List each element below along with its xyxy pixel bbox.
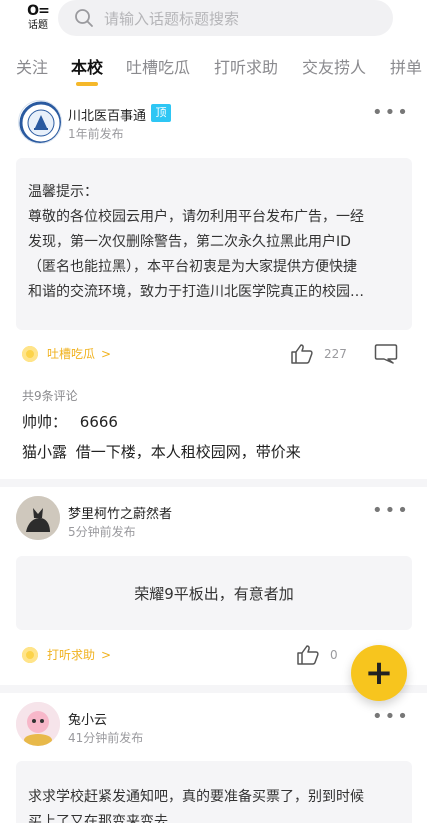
avatar[interactable]	[16, 702, 60, 746]
post-text-line: 求求学校赶紧发通知吧，真的要准备买票了，别到时候	[28, 789, 364, 805]
post-author[interactable]: 兔小云	[68, 709, 107, 728]
like-count: 0	[330, 648, 338, 662]
comment-item[interactable]: 帅帅： 6666	[22, 411, 118, 432]
chevron-right-icon: >	[101, 647, 112, 662]
post-time: 1年前发布	[68, 127, 124, 141]
more-options-button[interactable]: •••	[372, 708, 410, 726]
tab-gossip[interactable]: 吐槽吃瓜	[126, 54, 190, 78]
post-content[interactable]: 求求学校赶紧发通知吧，真的要准备买票了，别到时候 买上了又在那变来变去	[16, 761, 412, 823]
post-text-line: 温馨提示：	[28, 184, 98, 200]
tag-label: 吐槽吃瓜	[47, 347, 96, 361]
avatar[interactable]	[16, 496, 60, 540]
category-tabs: 关注 本校 吐槽吃瓜 打听求助 交友捞人 拼单	[0, 48, 427, 88]
school-logo-icon	[19, 101, 61, 143]
comment-author: 帅帅：	[22, 413, 68, 431]
chevron-right-icon: >	[101, 346, 112, 361]
like-button[interactable]: 227	[290, 343, 347, 365]
cat-avatar-icon	[16, 496, 60, 540]
tab-follow[interactable]: 关注	[16, 54, 48, 78]
comment-item[interactable]: 猫小露 借一下楼，本人租校园网，带价来	[22, 441, 301, 462]
search-icon	[75, 9, 93, 27]
divider	[0, 479, 427, 487]
tag-dot-icon	[22, 646, 38, 663]
search-input[interactable]: 请输入话题标题搜索	[58, 0, 393, 36]
post-text: 温馨提示： 尊敬的各位校园云用户，请勿利用平台发布广告，一经 发现，第一次仅删除…	[28, 180, 400, 305]
tab-group-buy[interactable]: 拼单	[390, 54, 422, 78]
post-text-line: （匿名也能拉黑），本平台初衷是为大家提供方便快捷	[28, 259, 357, 275]
post-time: 5分钟前发布	[68, 525, 136, 539]
post-time: 41分钟前发布	[68, 731, 144, 745]
comment-text: 6666	[79, 413, 118, 431]
post-text-line: 发现，第一次仅删除警告，第二次永久拉黑此用户ID	[28, 234, 351, 250]
thumbs-up-icon	[291, 344, 313, 364]
topic-button[interactable]: O= 话题	[20, 4, 56, 36]
pinned-badge: 顶	[151, 104, 171, 122]
like-count: 227	[324, 347, 347, 361]
post-text: 荣耀9平板出，有意者加	[134, 584, 294, 603]
more-options-button[interactable]: •••	[372, 502, 410, 520]
topic-icon: O=	[27, 3, 50, 19]
active-tab-indicator	[76, 82, 98, 86]
comment-text: 借一下楼，本人租校园网，带价来	[75, 443, 301, 461]
post-author[interactable]: 川北医百事通	[68, 105, 146, 124]
post-text-line: 尊敬的各位校园云用户，请勿利用平台发布广告，一经	[28, 209, 364, 225]
more-options-button[interactable]: •••	[372, 104, 410, 122]
post-text-line: 和谐的交流环境，致力于打造川北医学院真正的校园…	[28, 284, 364, 300]
post-content[interactable]: 荣耀9平板出，有意者加	[16, 556, 412, 630]
comment-count[interactable]: 共9条评论	[22, 387, 78, 404]
avatar[interactable]	[18, 100, 62, 144]
post-author[interactable]: 梦里柯竹之蔚然者	[68, 503, 172, 522]
top-bar: O= 话题 请输入话题标题搜索	[0, 0, 427, 40]
search-placeholder: 请输入话题标题搜索	[104, 9, 240, 28]
comment-icon[interactable]	[374, 343, 398, 365]
plus-icon: +	[364, 653, 394, 693]
tab-inquiry[interactable]: 打听求助	[214, 54, 278, 78]
post-text: 求求学校赶紧发通知吧，真的要准备买票了，别到时候 买上了又在那变来变去	[28, 785, 400, 823]
like-button[interactable]: 0	[296, 644, 338, 666]
comment-author: 猫小露	[22, 443, 68, 461]
post-text-line: 买上了又在那变来变去	[28, 814, 168, 823]
create-post-button[interactable]: +	[351, 645, 407, 701]
tab-this-school[interactable]: 本校	[71, 54, 103, 78]
cartoon-avatar-icon	[16, 702, 60, 746]
thumbs-up-icon	[297, 645, 319, 665]
post-content[interactable]: 温馨提示： 尊敬的各位校园云用户，请勿利用平台发布广告，一经 发现，第一次仅删除…	[16, 158, 412, 330]
tag-label: 打听求助	[47, 648, 96, 662]
topic-label: 话题	[28, 20, 48, 31]
topic-tag[interactable]: 吐槽吃瓜 >	[22, 345, 111, 362]
tag-dot-icon	[22, 345, 38, 362]
topic-tag[interactable]: 打听求助 >	[22, 646, 111, 663]
tab-friends[interactable]: 交友捞人	[302, 54, 366, 78]
